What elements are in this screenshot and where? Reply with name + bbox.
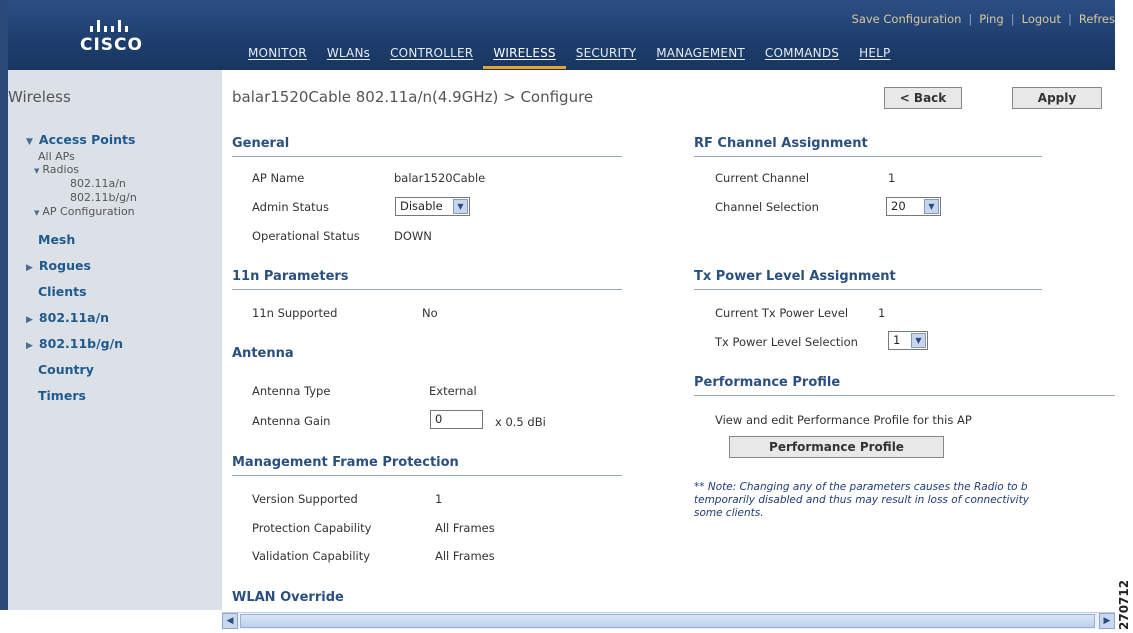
- menu-management[interactable]: MANAGEMENT: [646, 46, 755, 69]
- current-channel-value: 1: [888, 171, 896, 185]
- apply-button[interactable]: Apply: [1012, 87, 1102, 109]
- sidebar-item-80211an[interactable]: ▶ 802.11a/n: [26, 310, 109, 325]
- 11n-parameters-header: 11n Parameters: [232, 269, 349, 284]
- sidebar-item-80211bgn[interactable]: ▶ 802.11b/g/n: [26, 336, 123, 351]
- expanded-triangle-icon: ▼: [34, 167, 40, 175]
- collapsed-triangle-icon: ▶: [26, 315, 33, 325]
- menu-controller[interactable]: CONTROLLER: [380, 46, 483, 69]
- menu-help[interactable]: HELP: [849, 46, 900, 69]
- tx-power-selection-label: Tx Power Level Selection: [715, 335, 858, 349]
- admin-status-label: Admin Status: [252, 200, 329, 214]
- configuration-note: ** Note: Changing any of the parameters …: [694, 481, 1029, 519]
- cisco-logo-bars-icon: [90, 14, 170, 32]
- tx-power-header: Tx Power Level Assignment: [694, 269, 896, 284]
- channel-selection-select[interactable]: 20 ▼: [886, 197, 941, 216]
- header-bar: cisco Save Configuration | Ping | Logout | Ref…: [0, 0, 1115, 70]
- horizontal-scrollbar[interactable]: ◀ ▶: [222, 612, 1115, 629]
- protection-capability-value: All Frames: [435, 521, 495, 535]
- ping-link[interactable]: Ping: [979, 12, 1003, 26]
- sidebar-item-radio-80211bgn[interactable]: 802.11b/g/n: [70, 191, 137, 204]
- tx-power-selection-select[interactable]: 1 ▼: [888, 331, 928, 350]
- antenna-gain-input[interactable]: 0: [430, 410, 483, 429]
- performance-profile-button[interactable]: Performance Profile: [729, 436, 944, 458]
- rf-channel-header: RF Channel Assignment: [694, 136, 868, 151]
- sidebar-item-all-aps[interactable]: All APs: [38, 150, 75, 163]
- sidebar-item-rogues[interactable]: ▶ Rogues: [26, 258, 91, 273]
- antenna-gain-unit: x 0.5 dBi: [495, 415, 546, 429]
- validation-capability-label: Validation Capability: [252, 549, 371, 563]
- current-tx-power-label: Current Tx Power Level: [715, 306, 849, 320]
- section-divider: [232, 475, 622, 476]
- mfp-header: Management Frame Protection: [232, 455, 459, 470]
- performance-profile-description: View and edit Performance Profile for th…: [715, 413, 972, 427]
- figure-id: 270712: [1117, 579, 1131, 630]
- expanded-triangle-icon: ▼: [26, 137, 33, 147]
- save-configuration-link[interactable]: Save Configuration: [852, 12, 962, 26]
- sidebar: Wireless ▼ Access Points All APs ▼ Radios …: [0, 70, 222, 610]
- version-supported-value: 1: [435, 492, 443, 506]
- section-divider: [232, 289, 622, 290]
- current-channel-label: Current Channel: [715, 171, 810, 185]
- 11n-supported-label: 11n Supported: [252, 306, 338, 320]
- ap-name-value: balar1520Cable: [394, 171, 486, 185]
- sidebar-item-ap-configuration[interactable]: ▼ AP Configuration: [34, 205, 135, 218]
- logout-link[interactable]: Logout: [1022, 12, 1061, 26]
- cisco-logo: cisco: [80, 14, 170, 55]
- back-button[interactable]: < Back: [884, 87, 962, 109]
- antenna-gain-label: Antenna Gain: [252, 414, 331, 428]
- operational-status-value: DOWN: [394, 229, 432, 243]
- operational-status-label: Operational Status: [252, 229, 360, 243]
- main-menu: MONITOR WLANs CONTROLLER WIRELESS SECURI…: [238, 46, 900, 69]
- sidebar-item-access-points[interactable]: ▼ Access Points: [26, 132, 135, 147]
- channel-selection-label: Channel Selection: [715, 200, 819, 214]
- refresh-link[interactable]: Refres: [1079, 12, 1115, 26]
- antenna-type-value: External: [429, 384, 477, 398]
- dropdown-arrow-icon: ▼: [924, 199, 939, 214]
- section-divider: [694, 289, 1042, 290]
- collapsed-triangle-icon: ▶: [26, 263, 33, 273]
- ap-name-label: AP Name: [252, 171, 305, 185]
- scroll-left-icon[interactable]: ◀: [222, 613, 238, 629]
- sidebar-item-timers[interactable]: Timers: [38, 388, 86, 403]
- page-title: balar1520Cable 802.11a/n(4.9GHz) > Confi…: [232, 88, 594, 106]
- antenna-header: Antenna: [232, 346, 294, 361]
- scrollbar-thumb[interactable]: [240, 614, 1095, 628]
- main-content: balar1520Cable 802.11a/n(4.9GHz) > Confi…: [222, 70, 1115, 610]
- current-tx-power-value: 1: [878, 306, 886, 320]
- menu-wlans[interactable]: WLANs: [317, 46, 380, 69]
- sidebar-item-radio-80211an[interactable]: 802.11a/n: [70, 177, 126, 190]
- sidebar-title: Wireless: [8, 88, 71, 106]
- menu-monitor[interactable]: MONITOR: [238, 46, 317, 69]
- general-header: General: [232, 136, 290, 151]
- collapsed-triangle-icon: ▶: [26, 341, 33, 351]
- sidebar-item-clients[interactable]: Clients: [38, 284, 87, 299]
- scroll-right-icon[interactable]: ▶: [1099, 613, 1115, 629]
- 11n-supported-value: No: [422, 306, 438, 320]
- dropdown-arrow-icon: ▼: [453, 199, 468, 214]
- antenna-type-label: Antenna Type: [252, 384, 331, 398]
- section-divider: [232, 156, 622, 157]
- section-divider: [694, 156, 1042, 157]
- menu-security[interactable]: SECURITY: [566, 46, 647, 69]
- menu-wireless[interactable]: WIRELESS: [483, 46, 566, 69]
- version-supported-label: Version Supported: [252, 492, 358, 506]
- sidebar-item-country[interactable]: Country: [38, 362, 94, 377]
- cisco-wordmark: cisco: [80, 35, 143, 55]
- sidebar-item-mesh[interactable]: Mesh: [38, 232, 75, 247]
- section-divider: [694, 395, 1115, 396]
- performance-profile-header: Performance Profile: [694, 375, 841, 390]
- top-links: Save Configuration | Ping | Logout | Refres: [851, 12, 1115, 26]
- expanded-triangle-icon: ▼: [34, 209, 40, 217]
- sidebar-item-radios[interactable]: ▼ Radios: [34, 163, 79, 176]
- dropdown-arrow-icon: ▼: [911, 333, 926, 348]
- protection-capability-label: Protection Capability: [252, 521, 372, 535]
- validation-capability-value: All Frames: [435, 549, 495, 563]
- menu-commands[interactable]: COMMANDS: [755, 46, 849, 69]
- admin-status-select[interactable]: Disable ▼: [395, 197, 470, 216]
- wlan-override-header: WLAN Override: [232, 590, 344, 605]
